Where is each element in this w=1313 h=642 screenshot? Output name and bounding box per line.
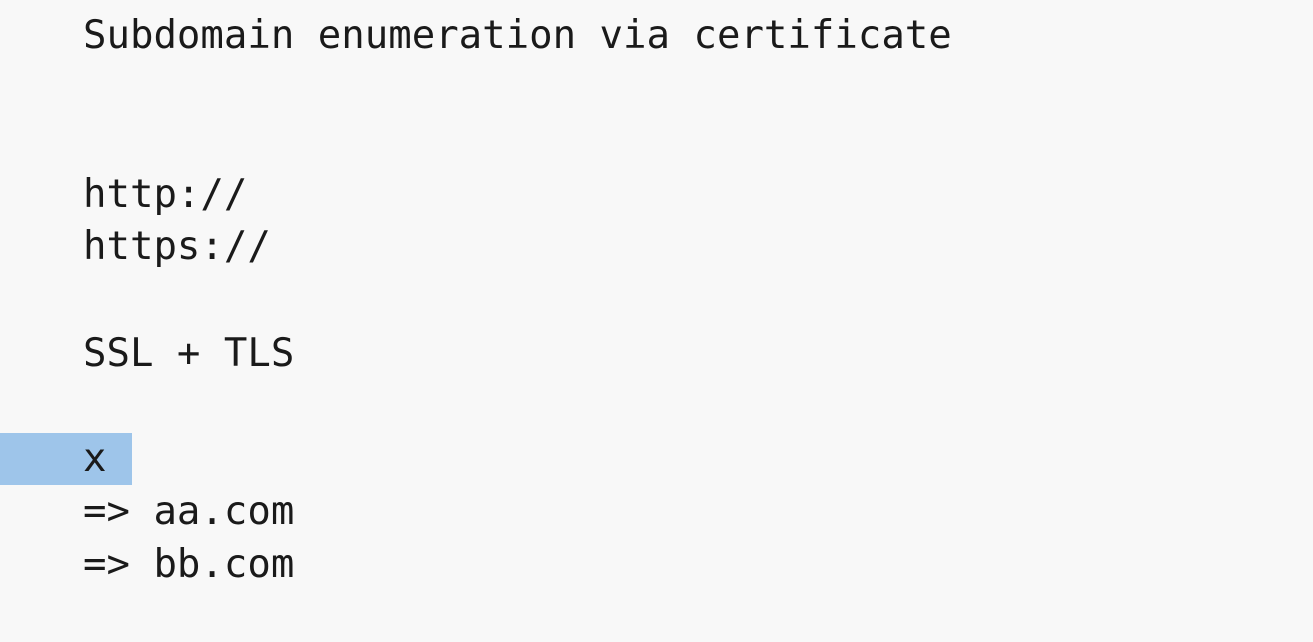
text-line-http: http://	[83, 172, 248, 217]
text-line-ssl-tls: SSL + TLS	[83, 331, 295, 376]
text-line-x: x	[83, 436, 107, 481]
text-line-aa: => aa.com	[83, 489, 295, 534]
text-line-https: https://	[83, 224, 271, 269]
text-editor[interactable]: Subdomain enumeration via certificate ht…	[0, 0, 1313, 642]
line-selection-highlight	[0, 433, 132, 485]
text-line-bb: => bb.com	[83, 542, 295, 587]
heading-line: Subdomain enumeration via certificate	[83, 13, 952, 58]
